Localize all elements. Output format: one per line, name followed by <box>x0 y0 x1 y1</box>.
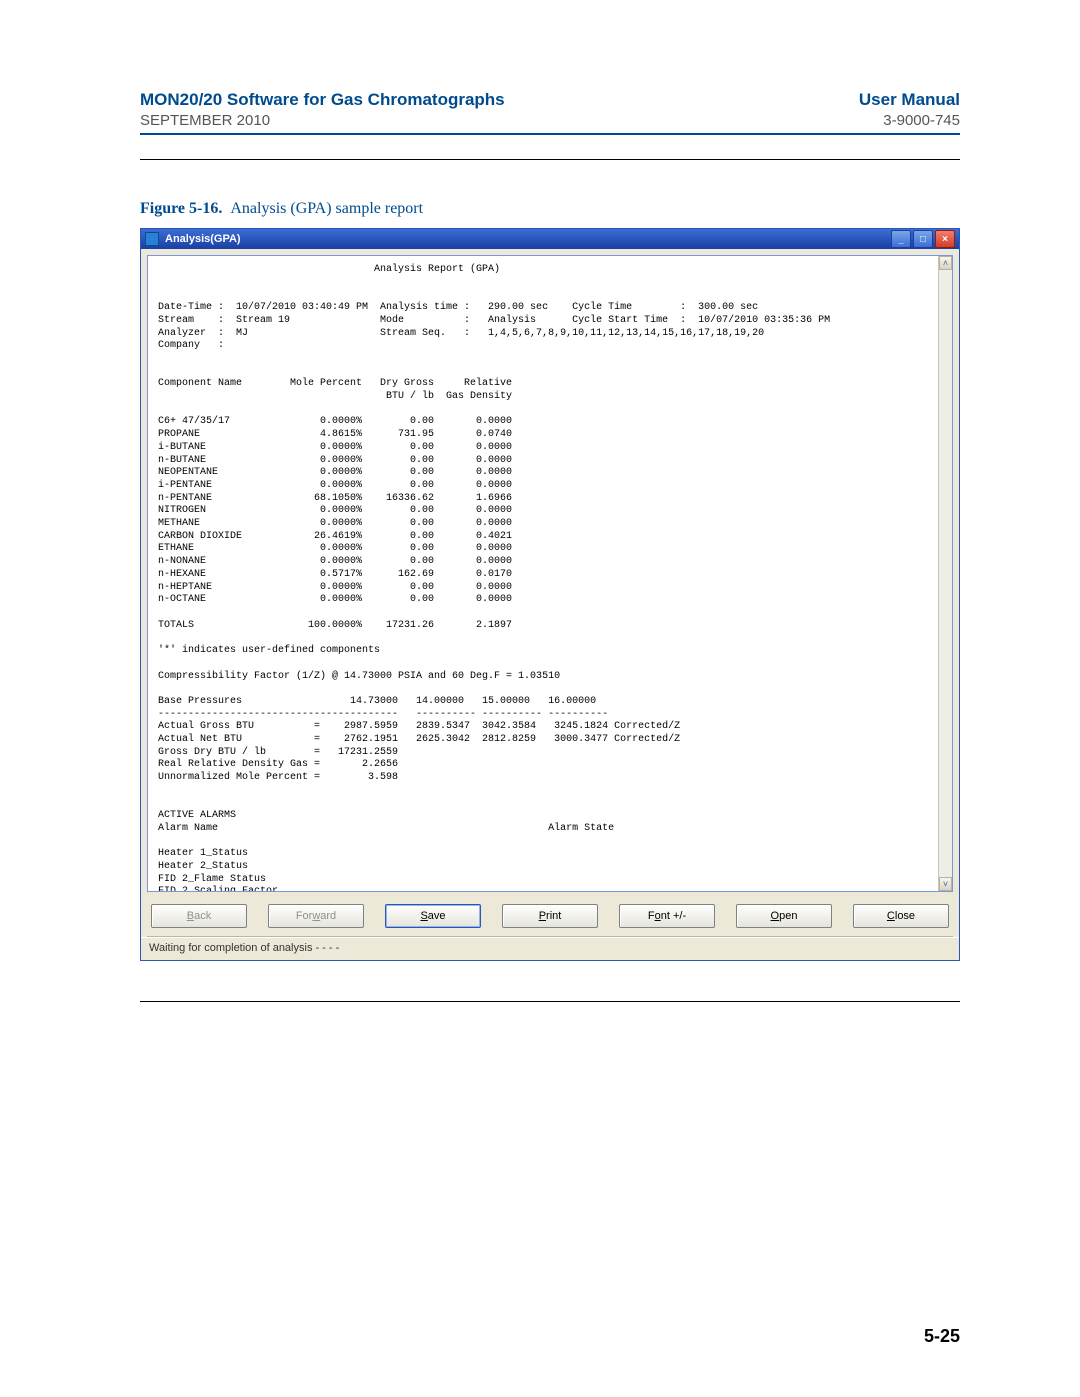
status-bar: Waiting for completion of analysis - - -… <box>141 937 959 960</box>
section-rule-top <box>140 159 960 160</box>
scroll-down-icon[interactable]: ˅ <box>939 877 952 891</box>
section-rule-bottom <box>140 1001 960 1002</box>
forward-button[interactable]: Forward <box>268 904 364 928</box>
page-number: 5-25 <box>924 1326 960 1347</box>
open-button[interactable]: Open <box>736 904 832 928</box>
minimize-button[interactable]: _ <box>891 230 911 248</box>
font-button[interactable]: Font +/- <box>619 904 715 928</box>
close-button[interactable]: Close <box>853 904 949 928</box>
app-icon <box>145 232 159 246</box>
header-rule <box>140 133 960 135</box>
scroll-up-icon[interactable]: ˄ <box>939 256 952 270</box>
window-title: Analysis(GPA) <box>165 233 241 245</box>
button-row: Back Forward Save Print Font +/- Open Cl… <box>141 898 959 936</box>
maximize-button[interactable]: □ <box>913 230 933 248</box>
header-title-left: MON20/20 Software for Gas Chromatographs <box>140 90 505 110</box>
save-button[interactable]: Save <box>385 904 481 928</box>
figure-label: Figure 5-16. <box>140 200 222 217</box>
titlebar[interactable]: Analysis(GPA) _ □ × <box>141 229 959 249</box>
vertical-scrollbar[interactable]: ˄ ˅ <box>938 256 952 891</box>
print-button[interactable]: Print <box>502 904 598 928</box>
header-docnum: 3-9000-745 <box>883 112 960 129</box>
report-text: Analysis Report (GPA) Date-Time : 10/07/… <box>148 256 952 892</box>
close-window-button[interactable]: × <box>935 230 955 248</box>
figure-caption: Figure 5-16. Analysis (GPA) sample repor… <box>140 200 960 218</box>
header-title-right: User Manual <box>859 90 960 110</box>
figure-text: Analysis (GPA) sample report <box>230 200 423 217</box>
back-button[interactable]: Back <box>151 904 247 928</box>
report-viewer: Analysis Report (GPA) Date-Time : 10/07/… <box>147 255 953 892</box>
analysis-window: Analysis(GPA) _ □ × Analysis Report (GPA… <box>140 228 960 961</box>
header-date: SEPTEMBER 2010 <box>140 112 270 129</box>
